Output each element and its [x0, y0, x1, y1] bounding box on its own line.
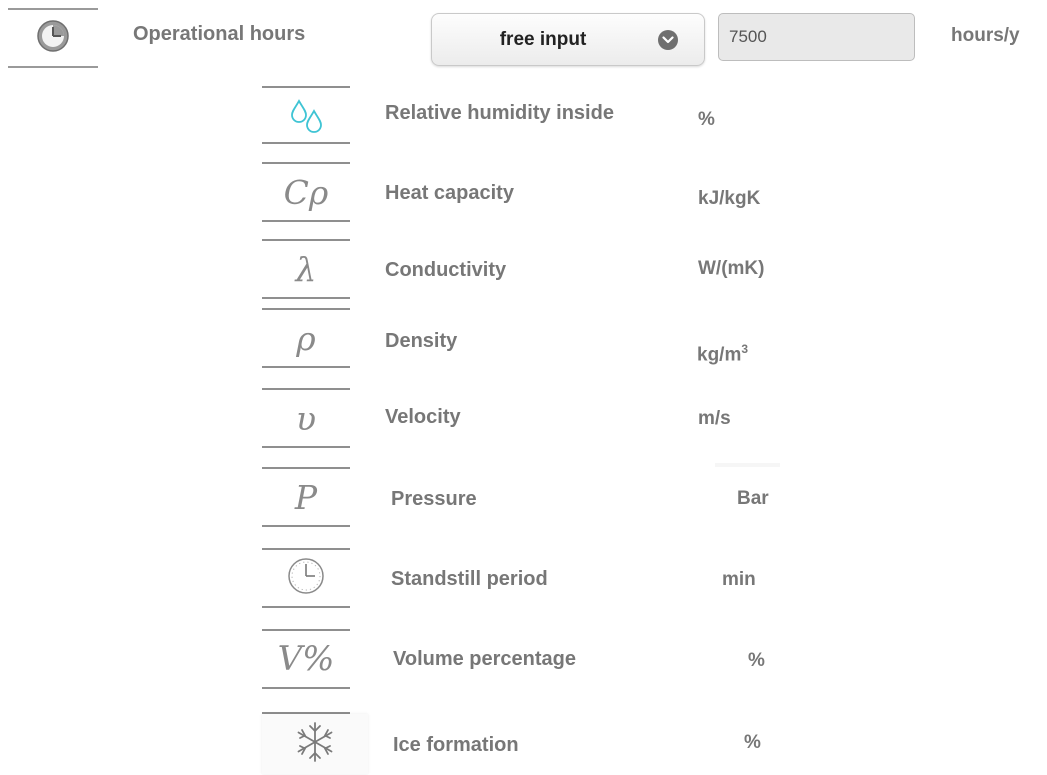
operational-hours-icon-cell — [8, 8, 98, 68]
volume-percent-symbol-icon: V% — [277, 639, 335, 679]
param-label-conductivity: Conductivity — [385, 259, 507, 281]
operational-mode-select[interactable]: free input — [431, 13, 705, 66]
upsilon-symbol-icon: υ — [295, 398, 317, 438]
param-label-standstill-period: Standstill period — [391, 568, 548, 590]
heat-capacity-icon-cell: Cρ — [262, 160, 350, 224]
volume-percentage-icon-cell: V% — [262, 627, 350, 691]
snowflake-icon — [293, 720, 337, 769]
param-unit-relative-humidity: % — [698, 109, 715, 130]
param-label-ice-formation: Ice formation — [393, 734, 519, 756]
param-label-velocity: Velocity — [385, 406, 461, 428]
param-label-pressure: Pressure — [391, 488, 477, 510]
heat-capacity-symbol-icon: Cρ — [283, 172, 329, 212]
humidity-icon-cell — [262, 84, 350, 148]
param-label-density: Density — [385, 330, 458, 352]
param-unit-volume-percentage: % — [748, 650, 765, 671]
operational-hours-unit: hours/y — [951, 25, 1020, 46]
param-unit-ice-formation: % — [744, 732, 761, 753]
p-symbol-icon: P — [294, 477, 318, 517]
param-unit-velocity: m/s — [698, 408, 731, 429]
param-label-relative-humidity: Relative humidity inside — [385, 102, 614, 124]
water-drops-icon — [283, 95, 329, 138]
conductivity-icon-cell: λ — [262, 237, 350, 301]
operational-hours-label: Operational hours — [133, 23, 306, 45]
operational-hours-input[interactable] — [718, 13, 915, 61]
param-unit-pressure: Bar — [737, 488, 769, 509]
rho-symbol-icon: ρ — [296, 318, 316, 358]
clock-icon — [36, 19, 70, 58]
param-unit-standstill-period: min — [722, 569, 756, 590]
param-unit-density: kg/m3 — [697, 342, 748, 366]
standstill-icon-cell — [262, 546, 350, 610]
param-label-heat-capacity: Heat capacity — [385, 182, 514, 204]
ice-formation-icon-cell — [262, 714, 368, 774]
blank-value-field — [715, 463, 780, 467]
chevron-down-icon — [658, 30, 678, 50]
density-icon-cell: ρ — [262, 306, 350, 370]
param-unit-conductivity: W/(mK) — [698, 258, 765, 279]
lambda-symbol-icon: λ — [295, 249, 317, 289]
velocity-icon-cell: υ — [262, 386, 350, 450]
param-unit-density-base: kg/m — [697, 344, 742, 366]
operational-mode-value: free input — [499, 28, 587, 50]
param-unit-density-exponent: 3 — [741, 342, 749, 356]
pressure-icon-cell: P — [262, 465, 350, 529]
param-label-volume-percentage: Volume percentage — [393, 648, 577, 670]
clock-icon — [286, 556, 326, 601]
param-unit-heat-capacity: kJ/kgK — [698, 188, 761, 209]
